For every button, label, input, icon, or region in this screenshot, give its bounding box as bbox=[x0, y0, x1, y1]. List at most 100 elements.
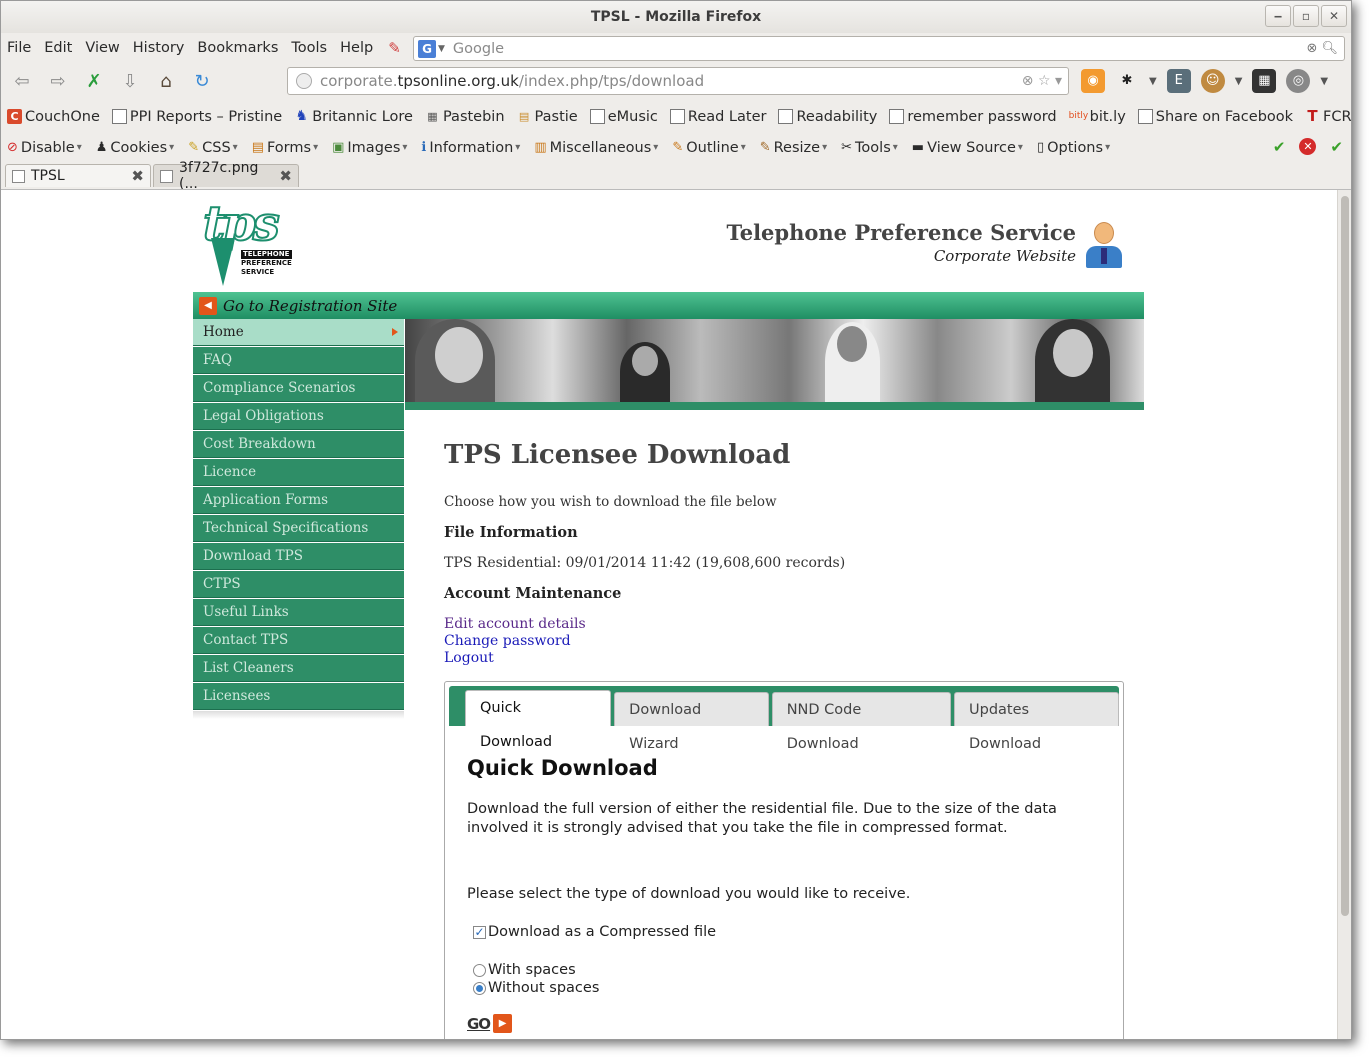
menu-edit[interactable]: Edit bbox=[44, 40, 72, 56]
close-window-button[interactable]: ✕ bbox=[1321, 5, 1347, 27]
go-label[interactable]: GO bbox=[467, 1015, 491, 1033]
bookmark-share-facebook[interactable]: Share on Facebook bbox=[1137, 109, 1293, 125]
tab-updates-download[interactable]: Updates Download bbox=[954, 692, 1120, 752]
without-spaces-radio[interactable] bbox=[473, 981, 486, 995]
url-bar[interactable]: corporate.tpsonline.org.uk/index.php/tps… bbox=[287, 67, 1069, 95]
devbar-forms[interactable]: ▤ Forms ▾ bbox=[252, 140, 318, 156]
bookmark-couchone[interactable]: C CouchOne bbox=[7, 109, 100, 125]
home-icon[interactable]: ⌂ bbox=[151, 68, 181, 96]
devbar-cookies[interactable]: ♟ Cookies ▾ bbox=[96, 140, 174, 156]
bookmark-britannic-lore[interactable]: ♞ Britannic Lore bbox=[294, 109, 413, 125]
registration-bar[interactable]: ◀ Go to Registration Site bbox=[193, 292, 1144, 319]
arrow-left-icon[interactable]: ◀ bbox=[199, 296, 217, 315]
sidebar-item-cost-breakdown[interactable]: Cost Breakdown bbox=[193, 431, 404, 458]
reload-icon[interactable]: ↻ bbox=[187, 68, 217, 96]
devbar-resize[interactable]: ✎ Resize ▾ bbox=[760, 140, 827, 156]
tab-nnd-code-download[interactable]: NND Code Download bbox=[771, 692, 952, 752]
menu-history[interactable]: History bbox=[133, 40, 185, 56]
bookmark-pastebin[interactable]: ▦ Pastebin bbox=[425, 109, 504, 125]
chevron-down-icon[interactable]: ▼ bbox=[1235, 76, 1243, 87]
sidebar-item-contact-tps[interactable]: Contact TPS bbox=[193, 627, 404, 654]
pencil-icon[interactable]: ✎ bbox=[388, 39, 401, 57]
sidebar-item-faq[interactable]: FAQ bbox=[193, 347, 404, 374]
sidebar-item-useful-links[interactable]: Useful Links bbox=[193, 599, 404, 626]
bookmark-bitly[interactable]: bitly bit.ly bbox=[1069, 109, 1126, 125]
devbar-images[interactable]: ▣ Images ▾ bbox=[332, 140, 407, 156]
sidebar-item-download-tps[interactable]: Download TPS bbox=[193, 543, 404, 570]
maximize-button[interactable]: ▫ bbox=[1293, 5, 1319, 27]
search-input[interactable]: G ▼ Google ⊗ 🔍︎ bbox=[413, 36, 1345, 61]
bookmark-pastie[interactable]: ▤ Pastie bbox=[517, 109, 578, 125]
with-spaces-radio[interactable] bbox=[473, 963, 486, 977]
devbar-disable[interactable]: ⊘ Disable ▾ bbox=[7, 140, 82, 156]
tab-quick-download[interactable]: Quick Download bbox=[465, 690, 612, 750]
evernote-icon[interactable]: E bbox=[1166, 69, 1191, 93]
sidebar-item-licence[interactable]: Licence bbox=[193, 459, 404, 486]
sidebar-item-compliance-scenarios[interactable]: Compliance Scenarios bbox=[193, 375, 404, 402]
devbar-css[interactable]: ✎ CSS ▾ bbox=[188, 140, 237, 156]
bookmark-remember-password[interactable]: remember password bbox=[889, 109, 1057, 125]
logout-link[interactable]: Logout bbox=[444, 650, 1134, 667]
menu-help[interactable]: Help bbox=[340, 40, 373, 56]
bookmark-ppi-reports[interactable]: PPI Reports – Pristine bbox=[111, 109, 282, 125]
close-tab-icon[interactable]: ✖ bbox=[279, 167, 292, 185]
greasemonkey-icon[interactable]: ☺ bbox=[1200, 69, 1225, 93]
rss-icon[interactable]: ◉ bbox=[1081, 69, 1105, 93]
css-valid-icon[interactable]: ✔ bbox=[1273, 138, 1286, 156]
arrow-right-icon[interactable]: ▶ bbox=[493, 1014, 513, 1033]
tab-download-wizard[interactable]: Download Wizard bbox=[614, 692, 769, 752]
qr-code-icon[interactable]: ▦ bbox=[1252, 69, 1277, 93]
minimize-button[interactable]: ‒ bbox=[1265, 5, 1291, 27]
site-identity-icon[interactable] bbox=[296, 73, 312, 89]
devbar-miscellaneous[interactable]: ▥ Miscellaneous ▾ bbox=[534, 140, 658, 156]
chevron-down-icon[interactable]: ▼ bbox=[438, 44, 445, 54]
sidebar-item-technical-specifications[interactable]: Technical Specifications bbox=[193, 515, 404, 542]
bookmark-emusic[interactable]: eMusic bbox=[589, 109, 658, 125]
devbar-tools[interactable]: ✂ Tools ▾ bbox=[841, 140, 898, 156]
tab-tpsl[interactable]: TPSL ✖ bbox=[5, 164, 151, 187]
bug-icon[interactable]: ✱ bbox=[1115, 69, 1139, 93]
menu-bookmarks[interactable]: Bookmarks bbox=[197, 40, 278, 56]
with-spaces-option[interactable]: With spaces bbox=[467, 962, 1101, 978]
menu-view[interactable]: View bbox=[85, 40, 119, 56]
devbar-information[interactable]: ℹ Information ▾ bbox=[421, 140, 520, 156]
js-error-icon[interactable]: ✕ bbox=[1299, 138, 1317, 155]
change-password-link[interactable]: Change password bbox=[444, 633, 1134, 650]
compressed-option[interactable]: ✓ Download as a Compressed file bbox=[467, 924, 1101, 940]
sidebar-item-application-forms[interactable]: Application Forms bbox=[193, 487, 404, 514]
vertical-scrollbar[interactable] bbox=[1337, 190, 1351, 1039]
globe-icon[interactable]: ◎ bbox=[1286, 69, 1311, 93]
menu-tools[interactable]: Tools bbox=[291, 40, 327, 56]
sidebar-item-home[interactable]: Home bbox=[193, 319, 404, 346]
back-icon[interactable]: ⇦ bbox=[7, 68, 37, 96]
sidebar-item-ctps[interactable]: CTPS bbox=[193, 571, 404, 598]
menu-file[interactable]: File bbox=[7, 40, 31, 56]
bookmark-readability[interactable]: Readability bbox=[778, 109, 877, 125]
sidebar-item-legal-obligations[interactable]: Legal Obligations bbox=[193, 403, 404, 430]
tab-image[interactable]: 3f727c.png (... ✖ bbox=[153, 160, 299, 192]
devbar-options[interactable]: ▯ Options ▾ bbox=[1037, 140, 1110, 156]
sidebar-item-licensees[interactable]: Licensees bbox=[193, 683, 404, 710]
go-button[interactable]: GO ▶ bbox=[467, 1014, 1101, 1033]
bookmark-fcrs[interactable]: TFCRS bbox=[1305, 109, 1351, 125]
bookmark-read-later[interactable]: Read Later bbox=[669, 109, 766, 125]
edit-account-link[interactable]: Edit account details bbox=[444, 616, 1134, 633]
close-tab-icon[interactable]: ✖ bbox=[131, 167, 144, 185]
download-icon[interactable]: ⇩ bbox=[115, 68, 145, 96]
forward-icon[interactable]: ⇨ bbox=[43, 68, 73, 96]
html-valid-icon[interactable]: ✔ bbox=[1330, 138, 1343, 156]
google-engine-icon[interactable]: G bbox=[418, 39, 436, 58]
search-icon[interactable]: ⊗ 🔍︎ bbox=[1306, 41, 1338, 56]
registration-link[interactable]: Go to Registration Site bbox=[223, 297, 397, 315]
without-spaces-option[interactable]: Without spaces bbox=[467, 980, 1101, 996]
scroll-thumb[interactable] bbox=[1341, 196, 1349, 916]
compressed-checkbox[interactable]: ✓ bbox=[473, 925, 486, 939]
bookmark-star-icon[interactable]: ⊗ ☆ ▾ bbox=[1022, 73, 1062, 89]
tps-logo[interactable]: tps TELEPHONE PREFERENCE SERVICE bbox=[202, 197, 295, 290]
devbar-outline[interactable]: ✎ Outline ▾ bbox=[672, 140, 745, 156]
chevron-down-icon[interactable]: ▼ bbox=[1320, 76, 1328, 87]
sidebar-item-list-cleaners[interactable]: List Cleaners bbox=[193, 655, 404, 682]
chevron-down-icon[interactable]: ▼ bbox=[1149, 76, 1157, 87]
stop-icon[interactable]: ✗ bbox=[79, 68, 109, 96]
devbar-view-source[interactable]: ▬ View Source ▾ bbox=[912, 140, 1023, 156]
